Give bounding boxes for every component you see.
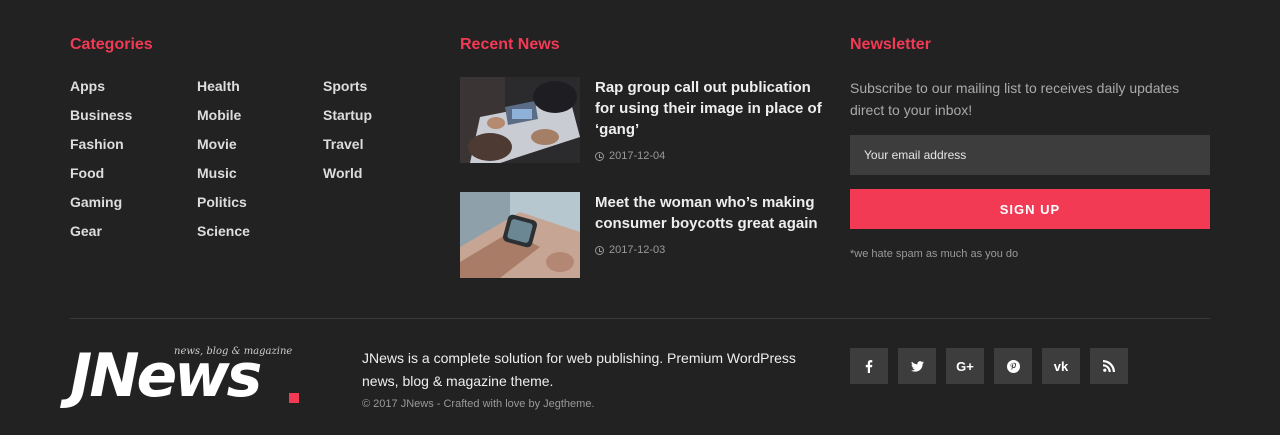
copyright-text: © 2017 JNews - Crafted with love by Jegt… xyxy=(362,398,595,410)
news-thumbnail-meeting[interactable] xyxy=(460,77,580,163)
vk-icon[interactable]: vk xyxy=(1042,348,1080,384)
news-date: 2017-12-03 xyxy=(595,244,665,256)
pinterest-icon[interactable] xyxy=(994,348,1032,384)
categories-heading: Categories xyxy=(70,36,153,53)
footer-divider xyxy=(70,318,1210,319)
logo-dot xyxy=(289,393,299,403)
recent-news-heading: Recent News xyxy=(460,36,560,53)
category-link[interactable]: Mobile xyxy=(197,107,250,136)
rss-icon[interactable] xyxy=(1090,348,1128,384)
news-title-link[interactable]: Meet the woman who’s making consumer boy… xyxy=(595,192,830,234)
news-thumbnail-smartwatch[interactable] xyxy=(460,192,580,278)
sign-up-button[interactable]: SIGN UP xyxy=(850,189,1210,229)
newsletter-note: *we hate spam as much as you do xyxy=(850,248,1019,260)
news-date-text: 2017-12-03 xyxy=(609,244,666,256)
category-link[interactable]: Gear xyxy=(70,223,132,252)
news-date: 2017-12-04 xyxy=(595,150,665,162)
category-link[interactable]: Science xyxy=(197,223,250,252)
facebook-icon[interactable] xyxy=(850,348,888,384)
category-link[interactable]: Gaming xyxy=(70,194,132,223)
category-link[interactable]: Food xyxy=(70,165,132,194)
newsletter-description: Subscribe to our mailing list to receive… xyxy=(850,80,1180,118)
category-link[interactable]: Sports xyxy=(323,78,372,107)
clock-icon xyxy=(595,245,604,255)
category-link[interactable]: Business xyxy=(70,107,132,136)
google-plus-glyph: G+ xyxy=(956,358,974,374)
category-link[interactable]: Music xyxy=(197,165,250,194)
vk-glyph: vk xyxy=(1053,358,1069,374)
news-date-text: 2017-12-04 xyxy=(609,150,666,162)
category-link[interactable]: Travel xyxy=(323,136,372,165)
jnews-logo[interactable]: news, blog & magazine JNews xyxy=(70,340,310,410)
newsletter-heading: Newsletter xyxy=(850,36,931,53)
category-link[interactable]: Apps xyxy=(70,78,132,107)
categories-column-3: Sports Startup Travel World xyxy=(323,78,372,194)
about-text: JNews is a complete solution for web pub… xyxy=(362,350,796,389)
twitter-icon[interactable] xyxy=(898,348,936,384)
category-link[interactable]: Fashion xyxy=(70,136,132,165)
google-plus-icon[interactable]: G+ xyxy=(946,348,984,384)
news-title-link[interactable]: Rap group call out publication for using… xyxy=(595,77,830,140)
clock-icon xyxy=(595,151,604,161)
category-link[interactable]: Movie xyxy=(197,136,250,165)
email-input[interactable] xyxy=(850,135,1210,175)
categories-column-1: Apps Business Fashion Food Gaming Gear xyxy=(70,78,132,252)
category-link[interactable]: Health xyxy=(197,78,250,107)
categories-column-2: Health Mobile Movie Music Politics Scien… xyxy=(197,78,250,252)
category-link[interactable]: Politics xyxy=(197,194,250,223)
category-link[interactable]: World xyxy=(323,165,372,194)
logo-wordmark: JNews xyxy=(70,341,262,411)
category-link[interactable]: Startup xyxy=(323,107,372,136)
social-links: G+ vk xyxy=(850,348,1128,384)
